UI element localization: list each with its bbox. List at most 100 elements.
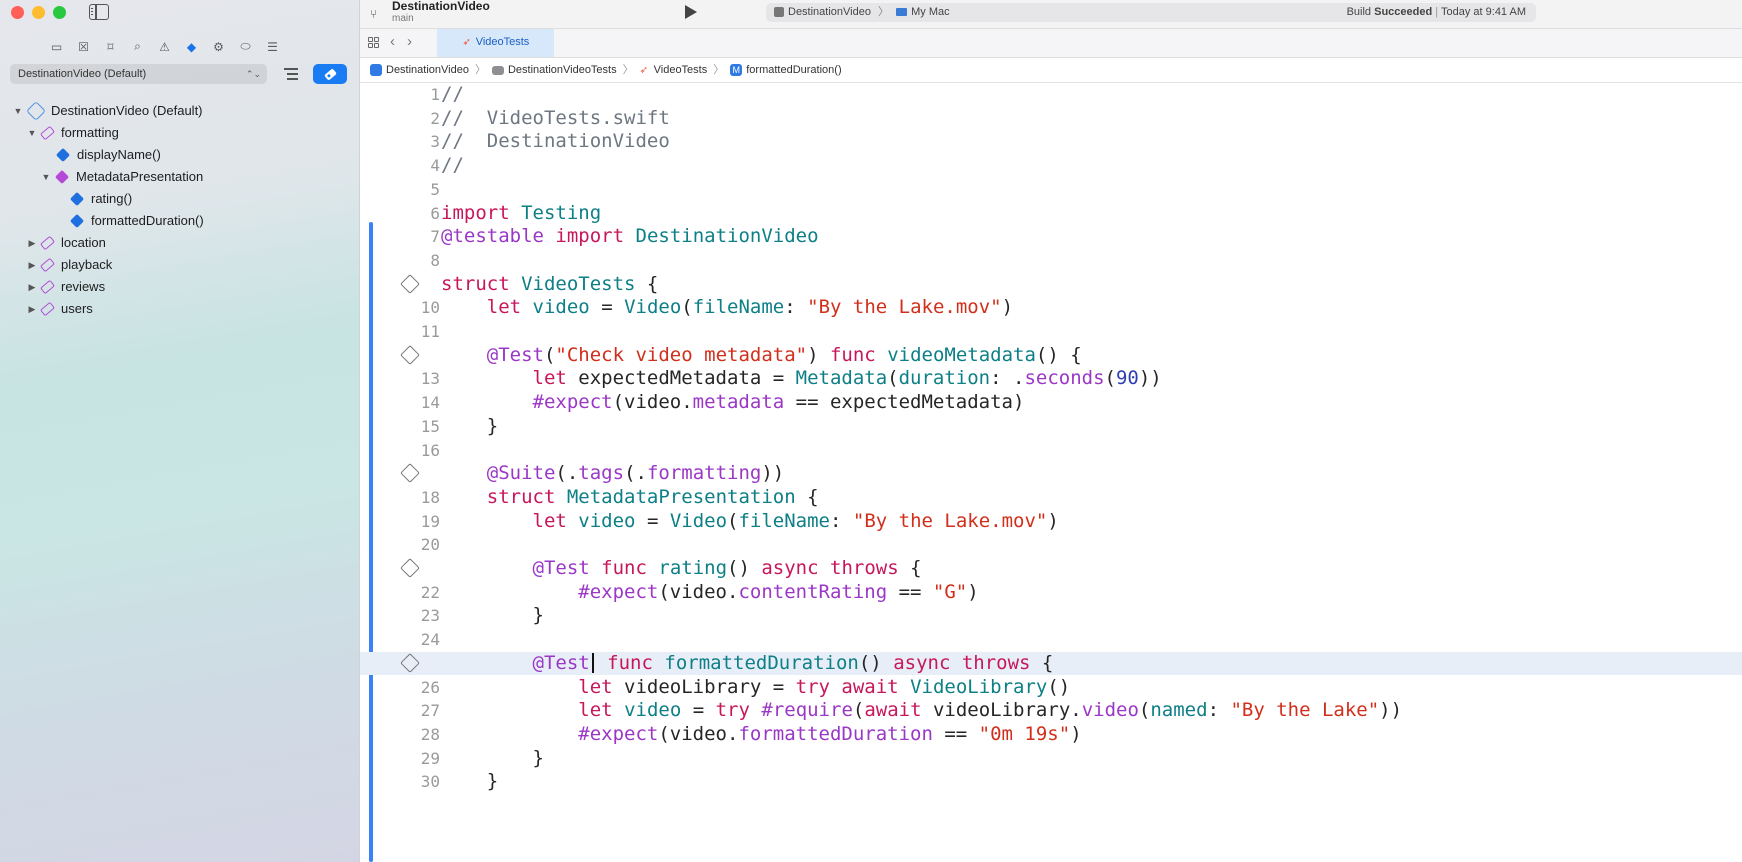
- line-number: 15: [420, 416, 440, 436]
- tag-filter-button[interactable]: [313, 64, 347, 84]
- line-number: 6: [430, 203, 440, 223]
- code-line[interactable]: 24: [360, 628, 1742, 652]
- tree-row-test-rating[interactable]: rating(): [69, 188, 132, 210]
- branch-name[interactable]: main: [392, 13, 414, 24]
- breadcrumb-file[interactable]: ➶ VideoTests: [640, 58, 708, 82]
- list-view-icon[interactable]: [284, 66, 300, 82]
- tree-row-tag-formatting[interactable]: ▼ formatting: [26, 122, 119, 144]
- code-line[interactable]: 5: [360, 178, 1742, 202]
- source-control-icon[interactable]: ☒: [75, 38, 92, 55]
- code-line[interactable]: 4//: [360, 154, 1742, 178]
- folder-icon[interactable]: ▭: [48, 38, 65, 55]
- code-text: @testable import DestinationVideo: [441, 225, 819, 248]
- tree-row-tag-reviews[interactable]: ▶ reviews: [26, 276, 105, 298]
- code-line[interactable]: 6 import Testing: [360, 202, 1742, 226]
- swift-file-icon: ➶: [462, 37, 471, 48]
- run-test-diamond-icon[interactable]: [400, 652, 420, 673]
- tree-row-tag-users[interactable]: ▶ users: [26, 298, 93, 320]
- breadcrumb-project[interactable]: DestinationVideo: [370, 58, 469, 82]
- test-diamond-icon: [69, 191, 85, 207]
- disclosure-closed-icon[interactable]: ▶: [26, 232, 38, 254]
- tag-icon: [39, 279, 56, 295]
- code-line[interactable]: 14 #expect(video.metadata == expectedMet…: [360, 391, 1742, 415]
- code-line[interactable]: 10 let video = Video(fileName: "By the L…: [360, 296, 1742, 320]
- tab-videotests[interactable]: ➶ VideoTests: [437, 29, 554, 57]
- run-test-diamond-icon[interactable]: [400, 463, 420, 484]
- code-line[interactable]: @Test func formattedDuration() async thr…: [360, 651, 1742, 676]
- code-line[interactable]: 22 #expect(video.contentRating == "G"): [360, 581, 1742, 605]
- code-line[interactable]: 27 let video = try #require(await videoL…: [360, 699, 1742, 723]
- run-test-diamond-icon[interactable]: [400, 273, 420, 294]
- swift-file-icon: ➶: [639, 65, 649, 76]
- run-icon[interactable]: [685, 5, 697, 19]
- code-line[interactable]: 26 let videoLibrary = try await VideoLib…: [360, 676, 1742, 700]
- code-line[interactable]: @Test func rating() async throws {: [360, 557, 1742, 581]
- test-navigator-icon[interactable]: ◆: [183, 38, 200, 55]
- disclosure-closed-icon[interactable]: ▶: [26, 276, 38, 298]
- back-chevron-icon[interactable]: ‹: [390, 33, 395, 50]
- code-line[interactable]: @Suite(.tags(.formatting)): [360, 462, 1742, 486]
- code-line[interactable]: 15 }: [360, 415, 1742, 439]
- code-line[interactable]: 30 }: [360, 770, 1742, 794]
- code-line[interactable]: 7 @testable import DestinationVideo: [360, 225, 1742, 249]
- build-status: Build Succeeded | Today at 9:41 AM: [1346, 6, 1526, 18]
- breadcrumb-folder[interactable]: DestinationVideoTests: [491, 58, 617, 82]
- code-text: //: [441, 83, 464, 105]
- disclosure-closed-icon[interactable]: ▶: [26, 254, 38, 276]
- code-line[interactable]: 8: [360, 249, 1742, 273]
- sidebar-toggle-icon[interactable]: [89, 4, 109, 20]
- source-editor[interactable]: 1//2// VideoTests.swift 3// DestinationVi…: [360, 83, 1742, 862]
- forward-chevron-icon[interactable]: ›: [407, 33, 412, 50]
- related-items-grid-icon[interactable]: [368, 37, 380, 49]
- warning-icon[interactable]: ⚠: [156, 38, 173, 55]
- tree-row-test-displayname[interactable]: displayName(): [55, 144, 161, 166]
- code-line[interactable]: 28 #expect(video.formattedDuration == "0…: [360, 723, 1742, 747]
- breakpoint-icon[interactable]: ⬭: [237, 38, 254, 55]
- tree-row-tag-playback[interactable]: ▶ playback: [26, 254, 112, 276]
- debug-icon[interactable]: ⚙: [210, 38, 227, 55]
- disclosure-closed-icon[interactable]: ▶: [26, 298, 38, 320]
- code-line[interactable]: 19 let video = Video(fileName: "By the L…: [360, 510, 1742, 534]
- tree-label: users: [61, 301, 93, 316]
- tree-row-tag-location[interactable]: ▶ location: [26, 232, 106, 254]
- report-icon[interactable]: ☰: [264, 38, 281, 55]
- code-text: #expect(video.contentRating == "G"): [578, 580, 979, 603]
- tag-icon: [39, 125, 56, 141]
- scheme-destination[interactable]: DestinationVideo 〉 My Mac: [774, 3, 950, 22]
- code-line[interactable]: 23 }: [360, 604, 1742, 628]
- code-line[interactable]: struct VideoTests {: [360, 273, 1742, 297]
- code-line[interactable]: 20: [360, 533, 1742, 557]
- code-line[interactable]: @Test("Check video metadata") func video…: [360, 344, 1742, 368]
- line-number: 5: [430, 179, 440, 199]
- minimize-window-button[interactable]: [32, 6, 45, 19]
- close-window-button[interactable]: [11, 6, 24, 19]
- search-icon[interactable]: ⌕: [129, 38, 146, 55]
- breadcrumb-method[interactable]: MformattedDuration(): [730, 58, 842, 82]
- tree-row-suite-metadatapresentation[interactable]: ▼ MetadataPresentation: [40, 166, 203, 188]
- code-line[interactable]: 18 struct MetadataPresentation {: [360, 486, 1742, 510]
- disclosure-open-icon[interactable]: ▼: [12, 100, 24, 122]
- folder-icon: [491, 65, 504, 75]
- project-name[interactable]: DestinationVideo: [392, 0, 490, 13]
- zoom-window-button[interactable]: [53, 6, 66, 19]
- code-line[interactable]: 29 }: [360, 747, 1742, 771]
- code-line[interactable]: 16: [360, 439, 1742, 463]
- branch-icon: ⑂: [370, 7, 378, 21]
- code-line[interactable]: 1//: [360, 83, 1742, 107]
- code-line[interactable]: 13 let expectedMetadata = Metadata(durat…: [360, 367, 1742, 391]
- line-number: 29: [420, 748, 440, 768]
- line-number: 13: [420, 369, 440, 389]
- run-test-diamond-icon[interactable]: [400, 558, 420, 578]
- tree-row-test-plan[interactable]: ▼ DestinationVideo (Default): [12, 100, 203, 122]
- tree-row-test-formattedduration[interactable]: formattedDuration(): [69, 210, 204, 232]
- run-test-diamond-icon[interactable]: [400, 344, 420, 365]
- code-text: }: [441, 604, 544, 627]
- test-plan-selector[interactable]: DestinationVideo (Default) ⌃⌄: [10, 64, 267, 84]
- bookmark-icon[interactable]: ⌑: [102, 38, 119, 55]
- code-line[interactable]: 3// DestinationVideo: [360, 130, 1742, 154]
- disclosure-open-icon[interactable]: ▼: [40, 166, 52, 188]
- editor-tab-bar: ‹ › ➶ VideoTests: [360, 29, 1742, 58]
- code-line[interactable]: 2// VideoTests.swift: [360, 107, 1742, 131]
- code-line[interactable]: 11: [360, 320, 1742, 344]
- disclosure-open-icon[interactable]: ▼: [26, 122, 38, 144]
